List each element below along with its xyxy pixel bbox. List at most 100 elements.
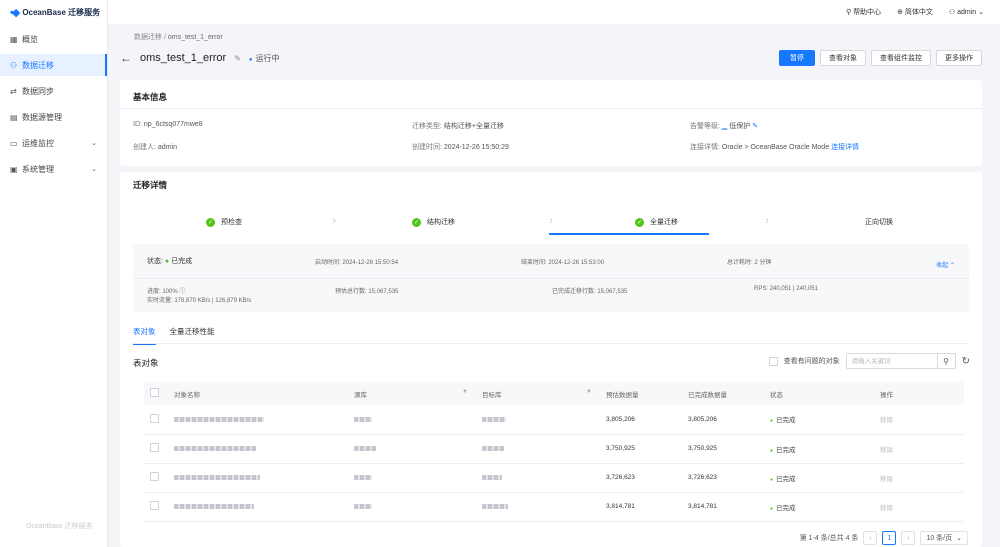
sidebar-item-monitor[interactable]: ▭ 运维监控 ⌄: [0, 132, 107, 154]
sync-icon: ⇄: [10, 86, 17, 96]
step-schema[interactable]: ✓ 结构迁移: [412, 217, 455, 227]
header-actions: 暂停 查看对象 查看组件监控 更多操作: [779, 50, 982, 66]
chevron-down-icon: ⌄: [956, 535, 962, 542]
alarm-value: 低保护: [729, 123, 751, 130]
sidebar-item-label: 系统管理: [22, 164, 54, 174]
filter-icon[interactable]: ▼: [462, 389, 468, 395]
remove-link[interactable]: 移除: [880, 417, 893, 424]
step-label: 预检查: [221, 219, 242, 226]
column-source-db[interactable]: 源库 ▼: [348, 382, 476, 405]
refresh-icon[interactable]: ↻: [962, 356, 970, 367]
completed-volume: 3,814,781: [682, 492, 764, 522]
estimated-volume: 3,805,206: [600, 405, 682, 435]
done-rows-value: 15,067,535: [597, 289, 628, 295]
chevron-right-icon: ›: [332, 213, 336, 227]
sidebar-item-overview[interactable]: ▦ 概览: [0, 28, 107, 50]
page-title: oms_test_1_error: [140, 52, 227, 64]
remove-link[interactable]: 移除: [880, 505, 893, 512]
chevron-down-icon: ⌄: [91, 140, 97, 147]
connection-details-link[interactable]: 连接详情: [831, 144, 859, 151]
language-switch[interactable]: ⊕ 简体中文: [897, 7, 933, 17]
row-checkbox[interactable]: [150, 501, 159, 510]
breadcrumb-current: oms_test_1_error: [167, 34, 223, 41]
created-time: 创建时间: 2024-12-26 15:50:29: [412, 142, 509, 152]
more-actions-button[interactable]: 更多操作: [936, 50, 982, 66]
completed-volume: 3,805,206: [682, 405, 764, 435]
user-icon: ⚇: [10, 60, 18, 70]
chevron-down-icon: ⌄: [91, 166, 97, 173]
column-target-db[interactable]: 目标库 ▼: [476, 382, 600, 405]
sidebar-item-data-sync[interactable]: ⇄ 数据同步: [0, 80, 107, 102]
redacted-target-db: [482, 474, 502, 480]
rps-value: 240,051 | 240,051: [769, 286, 818, 292]
alarm-label: 告警等级:: [690, 123, 720, 130]
step-full-migration[interactable]: ✓ 全量迁移: [635, 217, 678, 227]
filter-icon[interactable]: ▼: [586, 389, 592, 395]
page-number-button[interactable]: 1: [882, 531, 897, 545]
table-row: 3,726,623 3,726,623 已完成 移除: [144, 463, 964, 493]
user-menu[interactable]: ⚇ admin ⌄: [949, 8, 984, 16]
next-page-button[interactable]: ›: [901, 531, 916, 545]
settings-icon: ▣: [10, 164, 18, 174]
collapse-toggle[interactable]: 收起 ⌃: [936, 260, 955, 269]
traffic-label: 实时流量:: [147, 298, 173, 304]
select-all-checkbox[interactable]: [150, 388, 159, 397]
end-time: 结束时间: 2024-12-26 15:53:00: [521, 257, 604, 266]
sidebar-item-label: 数据迁移: [22, 60, 54, 70]
sidebar-item-datasource[interactable]: ▤ 数据源管理: [0, 106, 107, 128]
estimated-rows: 预估总行数: 15,067,535: [335, 286, 398, 295]
collapse-label: 收起: [936, 263, 949, 269]
redacted-object-name: [174, 416, 264, 422]
created-value: 2024-12-26 15:50:29: [443, 144, 509, 151]
language-label: 简体中文: [904, 9, 933, 16]
check-icon: ✓: [206, 217, 215, 227]
problem-only-checkbox[interactable]: [768, 356, 778, 366]
remove-link[interactable]: 移除: [880, 476, 893, 483]
sidebar-item-data-migration[interactable]: ⚇ 数据迁移: [0, 54, 107, 76]
row-checkbox[interactable]: [150, 472, 159, 481]
help-center-link[interactable]: ⚲ 帮助中心: [846, 7, 881, 17]
duration-label: 总计耗时:: [727, 260, 753, 266]
conn-label: 连接详情:: [690, 144, 720, 151]
app-logo[interactable]: •◆ OceanBase 迁移服务: [0, 0, 107, 24]
traffic-value: 178,870 KB/s | 126,879 KB/s: [174, 298, 252, 304]
user-name: admin: [957, 9, 977, 16]
breadcrumb-parent[interactable]: 数据迁移: [134, 34, 162, 41]
start-value: 2024-12-26 15:50:54: [342, 260, 399, 266]
page-size-select[interactable]: 10 条/页 ⌄: [920, 531, 968, 545]
prev-page-button[interactable]: ‹: [863, 531, 878, 545]
pause-button[interactable]: 暂停: [779, 50, 815, 66]
estimated-volume: 3,726,623: [600, 463, 682, 493]
search-input[interactable]: [846, 354, 937, 368]
view-component-monitor-button[interactable]: 查看组件监控: [871, 50, 931, 66]
check-icon: ✓: [635, 217, 644, 227]
migration-type: 迁移类型: 结构迁移+全量迁移: [412, 121, 504, 131]
check-icon: ✓: [412, 217, 421, 227]
creator-value: admin: [157, 144, 177, 151]
table-row: 3,814,781 3,814,781 已完成 移除: [144, 492, 964, 522]
redacted-object-name: [174, 474, 260, 480]
back-arrow-icon[interactable]: ←: [120, 51, 132, 65]
step-precheck[interactable]: ✓ 预检查: [206, 217, 242, 227]
app-logo-text: OceanBase 迁移服务: [22, 7, 101, 17]
edit-icon[interactable]: ✎: [234, 54, 241, 63]
title-row: ← oms_test_1_error ✎ 运行中: [120, 51, 280, 65]
remove-link[interactable]: 移除: [880, 447, 893, 454]
page-size-value: 10 条/页: [926, 535, 953, 542]
est-rows-value: 15,067,535: [368, 289, 399, 295]
column-actions: 操作: [874, 382, 964, 405]
chevron-right-icon: ›: [549, 213, 553, 227]
breadcrumb-separator: /: [163, 34, 166, 41]
step-forward-switch[interactable]: · 正向切换: [850, 217, 893, 227]
est-rows-label: 预估总行数:: [335, 289, 367, 295]
edit-icon[interactable]: ✎: [752, 123, 758, 130]
sidebar-item-system[interactable]: ▣ 系统管理 ⌄: [0, 158, 107, 180]
row-checkbox[interactable]: [150, 413, 159, 423]
search-icon[interactable]: ⚲: [936, 354, 955, 368]
pagination: 第 1-4 条/总共 4 条 ‹ 1 › 10 条/页 ⌄: [800, 529, 968, 547]
row-checkbox[interactable]: [150, 443, 159, 452]
row-status: 已完成: [764, 405, 874, 435]
row-status: 已完成: [764, 434, 874, 464]
step-label: 结构迁移: [427, 219, 455, 226]
view-objects-button[interactable]: 查看对象: [820, 50, 866, 66]
